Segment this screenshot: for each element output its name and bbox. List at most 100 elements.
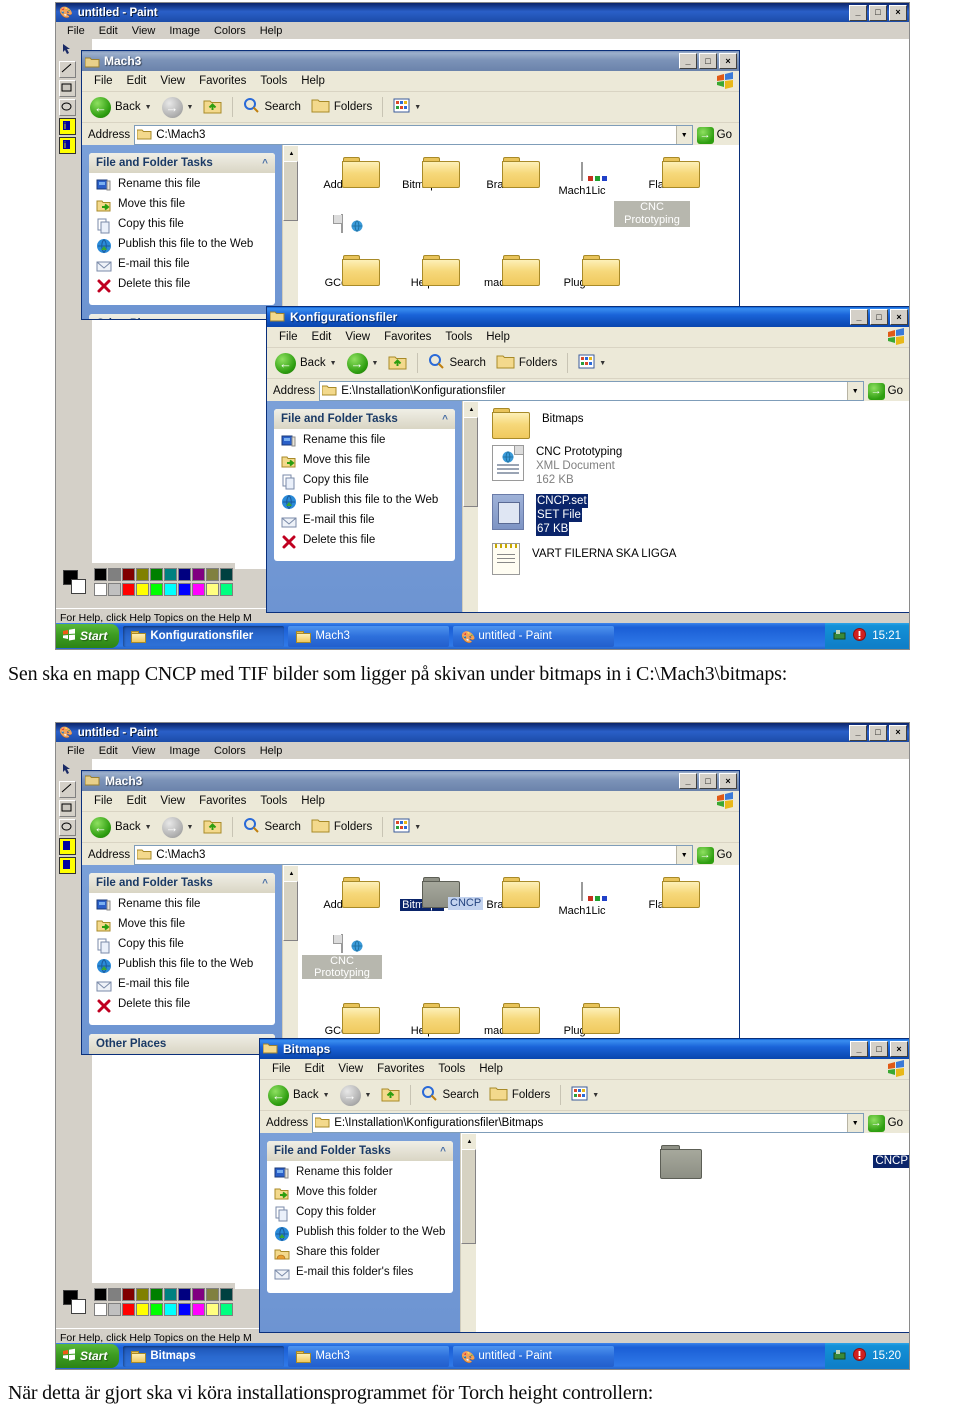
minimize-button[interactable]: _ (850, 309, 868, 325)
minimize-button[interactable]: _ (679, 773, 697, 789)
menu-file[interactable]: File (60, 745, 92, 757)
scroll-thumb[interactable] (463, 417, 478, 507)
menu-tools[interactable]: Tools (431, 1063, 472, 1075)
file-row-cnc-prototyping[interactable]: CNC Prototyping XML Document 162 KB (478, 438, 909, 487)
maximize-button[interactable]: □ (869, 724, 887, 741)
taskbar-button-paint[interactable]: 🎨 untitled - Paint (453, 625, 615, 647)
panel-header[interactable]: File and Folder Tasks ^ (89, 153, 275, 173)
taskbar-button-mach3[interactable]: Mach3 (288, 1345, 450, 1367)
file-item-flash[interactable]: Flash (622, 153, 702, 207)
go-button[interactable]: → Go (867, 382, 907, 400)
file-row-cncp-set[interactable]: CNCP.set SET File 67 KB (478, 487, 909, 536)
konfig-file-area[interactable]: Bitmaps CNC Prototyping XML Document 162… (478, 401, 909, 612)
menu-colors[interactable]: Colors (207, 25, 253, 37)
close-button[interactable]: × (889, 4, 907, 21)
maximize-button[interactable]: □ (699, 53, 717, 69)
color-swatch[interactable] (108, 582, 121, 596)
file-item-bitmaps[interactable]: Bitmaps (382, 873, 462, 927)
menu-favorites[interactable]: Favorites (192, 75, 253, 87)
free-select-tool[interactable] (59, 42, 76, 59)
menu-edit[interactable]: Edit (92, 745, 125, 757)
color-swatch[interactable] (136, 1302, 149, 1316)
color-swatch[interactable] (108, 1302, 121, 1316)
menu-help[interactable]: Help (294, 795, 332, 807)
color-swatch[interactable] (122, 1287, 135, 1301)
menu-file[interactable]: File (60, 25, 92, 37)
taskbar-button-bitmaps[interactable]: Bitmaps (123, 1345, 285, 1367)
task-copy[interactable]: Copy this file (96, 938, 269, 954)
free-select-tool[interactable] (59, 762, 76, 779)
color-swatch[interactable] (136, 1287, 149, 1301)
views-button[interactable]: ▼ (574, 352, 610, 374)
close-button[interactable]: × (719, 53, 737, 69)
menu-help[interactable]: Help (479, 331, 517, 343)
forward-button[interactable]: → ▼ (158, 815, 198, 840)
task-email[interactable]: E-mail this file (281, 514, 449, 530)
color-swatch[interactable] (150, 582, 163, 596)
minimize-button[interactable]: _ (849, 724, 867, 741)
task-delete[interactable]: Delete this file (96, 278, 269, 294)
up-button[interactable] (377, 1083, 404, 1108)
minimize-button[interactable]: _ (679, 53, 697, 69)
security-alert-icon[interactable] (853, 1348, 867, 1364)
color-swatch[interactable] (220, 1302, 233, 1316)
color-swatch[interactable] (220, 582, 233, 596)
color-swatch[interactable] (150, 1302, 163, 1316)
up-button[interactable] (199, 95, 226, 120)
file-item-macros[interactable]: macros (462, 251, 542, 299)
close-button[interactable]: × (719, 773, 737, 789)
folders-button[interactable]: Folders (492, 351, 561, 375)
task-delete[interactable]: Delete this file (96, 998, 269, 1014)
color-swatch[interactable] (206, 567, 219, 581)
color-swatch[interactable] (178, 582, 191, 596)
menu-help[interactable]: Help (253, 25, 290, 37)
scroll-thumb[interactable] (283, 881, 298, 941)
rectangle-tool[interactable] (59, 80, 76, 97)
rectangle-tool[interactable] (59, 800, 76, 817)
task-email[interactable]: E-mail this file (96, 258, 269, 274)
folders-button[interactable]: Folders (485, 1083, 554, 1107)
mach3-file-area[interactable]: Addons Bitmaps Brains Mach1Lic Flash CNC… (298, 865, 739, 1054)
task-email-folder-files[interactable]: E-mail this folder's files (274, 1266, 447, 1282)
menu-help[interactable]: Help (472, 1063, 510, 1075)
back-button[interactable]: ← Back ▼ (86, 815, 156, 840)
task-move-folder[interactable]: Move this folder (274, 1186, 447, 1202)
panel-header[interactable]: Other Places^ (89, 1034, 275, 1054)
menu-tools[interactable]: Tools (253, 75, 294, 87)
back-button[interactable]: ← Back ▼ (271, 351, 341, 376)
color-swatch[interactable] (192, 1287, 205, 1301)
menu-image[interactable]: Image (162, 745, 207, 757)
mach3-scrollbar[interactable]: ▲ (282, 145, 300, 319)
address-dropdown-button[interactable]: ▼ (846, 382, 863, 400)
file-item-bitmaps[interactable]: Bitmaps (382, 153, 462, 207)
minimize-button[interactable]: _ (850, 1041, 868, 1057)
close-button[interactable]: × (890, 1041, 908, 1057)
menu-view[interactable]: View (125, 745, 163, 757)
line-tool[interactable] (59, 781, 76, 798)
file-item-cnc-prototyping[interactable]: CNC Prototyping (302, 927, 382, 989)
menu-file[interactable]: File (265, 1063, 298, 1075)
forward-button[interactable]: → ▼ (158, 95, 198, 120)
ellipse-tool[interactable] (59, 99, 76, 116)
color-swatch[interactable] (220, 567, 233, 581)
back-button[interactable]: ← Back ▼ (86, 95, 156, 120)
color-swatch[interactable] (108, 567, 121, 581)
menu-edit[interactable]: Edit (305, 331, 339, 343)
color-swatch[interactable] (136, 582, 149, 596)
menu-view[interactable]: View (125, 25, 163, 37)
views-button[interactable]: ▼ (567, 1084, 603, 1106)
address-input[interactable]: C:\Mach3 ▼ (134, 125, 693, 145)
text-tool-a[interactable]: i (59, 118, 76, 135)
task-delete[interactable]: Delete this file (281, 534, 449, 550)
color-swatch[interactable] (94, 582, 107, 596)
clock[interactable]: 15:20 (872, 1350, 901, 1362)
menu-help[interactable]: Help (253, 745, 290, 757)
maximize-button[interactable]: □ (869, 4, 887, 21)
chevron-up-icon[interactable]: ^ (262, 878, 268, 889)
file-item-brains[interactable]: Brains (462, 873, 542, 927)
konfig-scrollbar[interactable]: ▲ (462, 401, 480, 612)
task-rename[interactable]: Rename this file (96, 898, 269, 914)
up-button[interactable] (384, 351, 411, 376)
menu-help[interactable]: Help (294, 75, 332, 87)
color-swatch[interactable] (220, 1287, 233, 1301)
